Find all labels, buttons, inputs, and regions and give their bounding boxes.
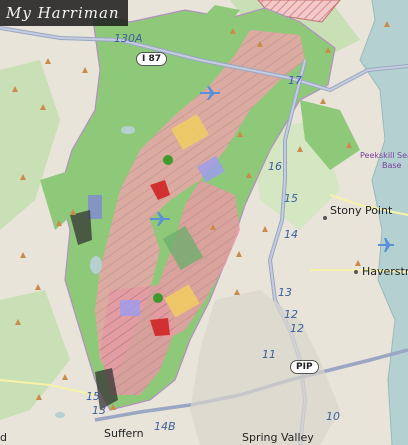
exit-130a: 130A: [114, 32, 143, 45]
place-label-spring-valley: Spring Valley: [242, 431, 314, 444]
exit-10: 10: [326, 410, 340, 423]
place-label-peekskill-base: Base: [382, 161, 402, 170]
shield-pip: PIP: [290, 360, 319, 374]
exit-17: 17: [288, 74, 302, 87]
exit-12a: 12: [284, 308, 298, 321]
map-title: My Harriman: [0, 0, 128, 26]
exit-11: 11: [262, 348, 276, 361]
exit-16: 16: [268, 160, 282, 173]
lake: [121, 126, 135, 134]
shield-i87: I 87: [136, 52, 168, 66]
lake: [90, 256, 102, 274]
town-dot: [354, 270, 358, 274]
exit-15-south: 15: [86, 390, 100, 403]
place-label-peekskill: Peekskill Sea: [360, 151, 408, 160]
exit-15: 15: [284, 192, 298, 205]
lake: [55, 412, 65, 418]
place-label-haverstraw: Haverstra: [362, 265, 408, 278]
place-label-stony-point: Stony Point: [330, 204, 393, 217]
exit-14b: 14B: [154, 420, 176, 433]
exit-14: 14: [284, 228, 298, 241]
exit-13: 13: [278, 286, 292, 299]
place-label-edge: d: [0, 431, 7, 444]
tree-marker: [163, 155, 173, 165]
map-graphic: [0, 0, 408, 445]
map-canvas[interactable]: My Harriman Stony Point Haverstra Peeksk…: [0, 0, 408, 445]
tree-marker: [153, 293, 163, 303]
exit-13-south: 13: [92, 404, 106, 417]
town-dot: [323, 216, 327, 220]
exit-12b: 12: [290, 322, 304, 335]
trail-block-blue: [120, 300, 140, 316]
place-label-suffern: Suffern: [104, 427, 144, 440]
